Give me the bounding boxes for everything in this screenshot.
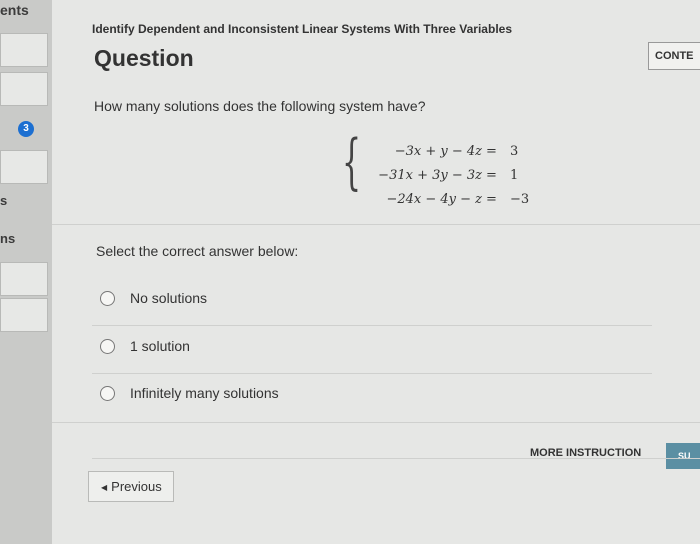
- answer-option-no-solutions[interactable]: No solutions: [100, 289, 420, 313]
- sidebar-item[interactable]: [0, 72, 48, 106]
- question-heading: Question: [94, 45, 194, 71]
- radio-button[interactable]: [100, 386, 115, 401]
- assignment-title: Identify Dependent and Inconsistent Line…: [92, 22, 512, 36]
- content-button[interactable]: CONTE: [648, 42, 700, 70]
- answer-option-label[interactable]: Infinitely many solutions: [130, 385, 279, 401]
- equation-row: −3x + y − 4z = 3: [352, 144, 542, 166]
- sidebar-item[interactable]: [0, 262, 48, 296]
- option-divider: [92, 373, 652, 374]
- radio-button[interactable]: [100, 291, 115, 306]
- radio-button[interactable]: [100, 339, 115, 354]
- answer-option-one-solution[interactable]: 1 solution: [100, 337, 420, 361]
- answer-option-label[interactable]: No solutions: [130, 290, 207, 306]
- answer-option-label[interactable]: 1 solution: [130, 338, 190, 354]
- equation-lhs: −31x + 3y − 3z: [378, 168, 482, 183]
- equation-rhs: −3: [510, 192, 530, 207]
- submit-button[interactable]: SU: [666, 443, 700, 469]
- footer-divider: [92, 458, 700, 459]
- sidebar: ents 3 s ns: [0, 0, 52, 544]
- equation-row: −31x + 3y − 3z = 1: [352, 168, 542, 190]
- sidebar-item[interactable]: [0, 298, 48, 332]
- option-divider: [92, 325, 652, 326]
- previous-button-label: Previous: [111, 479, 162, 494]
- equation-sign: =: [486, 144, 497, 159]
- sidebar-item[interactable]: [0, 33, 48, 67]
- equation-sign: =: [486, 192, 497, 207]
- select-answer-label: Select the correct answer below:: [96, 243, 299, 259]
- equation-sign: =: [486, 168, 497, 183]
- caret-left-icon: ◀: [101, 483, 108, 493]
- sidebar-label-fragment: s: [0, 193, 8, 208]
- equation-lhs: −24x − 4y − z: [386, 192, 482, 207]
- sidebar-title: ents: [0, 2, 29, 18]
- equation-system: { −3x + y − 4z = 3 −31x + 3y − 3z = 1 −2…: [342, 132, 542, 214]
- section-divider: [52, 224, 700, 225]
- question-number-badge: 3: [18, 121, 34, 137]
- previous-button[interactable]: ◀ Previous: [88, 471, 174, 502]
- equation-lhs: −3x + y − 4z: [394, 144, 482, 159]
- equation-rhs: 1: [510, 168, 519, 183]
- section-divider: [52, 422, 700, 423]
- main-panel: Identify Dependent and Inconsistent Line…: [52, 0, 700, 544]
- sidebar-item[interactable]: [0, 150, 48, 184]
- equation-rhs: 3: [510, 144, 519, 159]
- equation-row: −24x − 4y − z = −3: [352, 192, 542, 214]
- answer-option-infinitely-many[interactable]: Infinitely many solutions: [100, 384, 420, 408]
- sidebar-label-fragment: ns: [0, 231, 16, 246]
- question-prompt: How many solutions does the following sy…: [94, 98, 426, 114]
